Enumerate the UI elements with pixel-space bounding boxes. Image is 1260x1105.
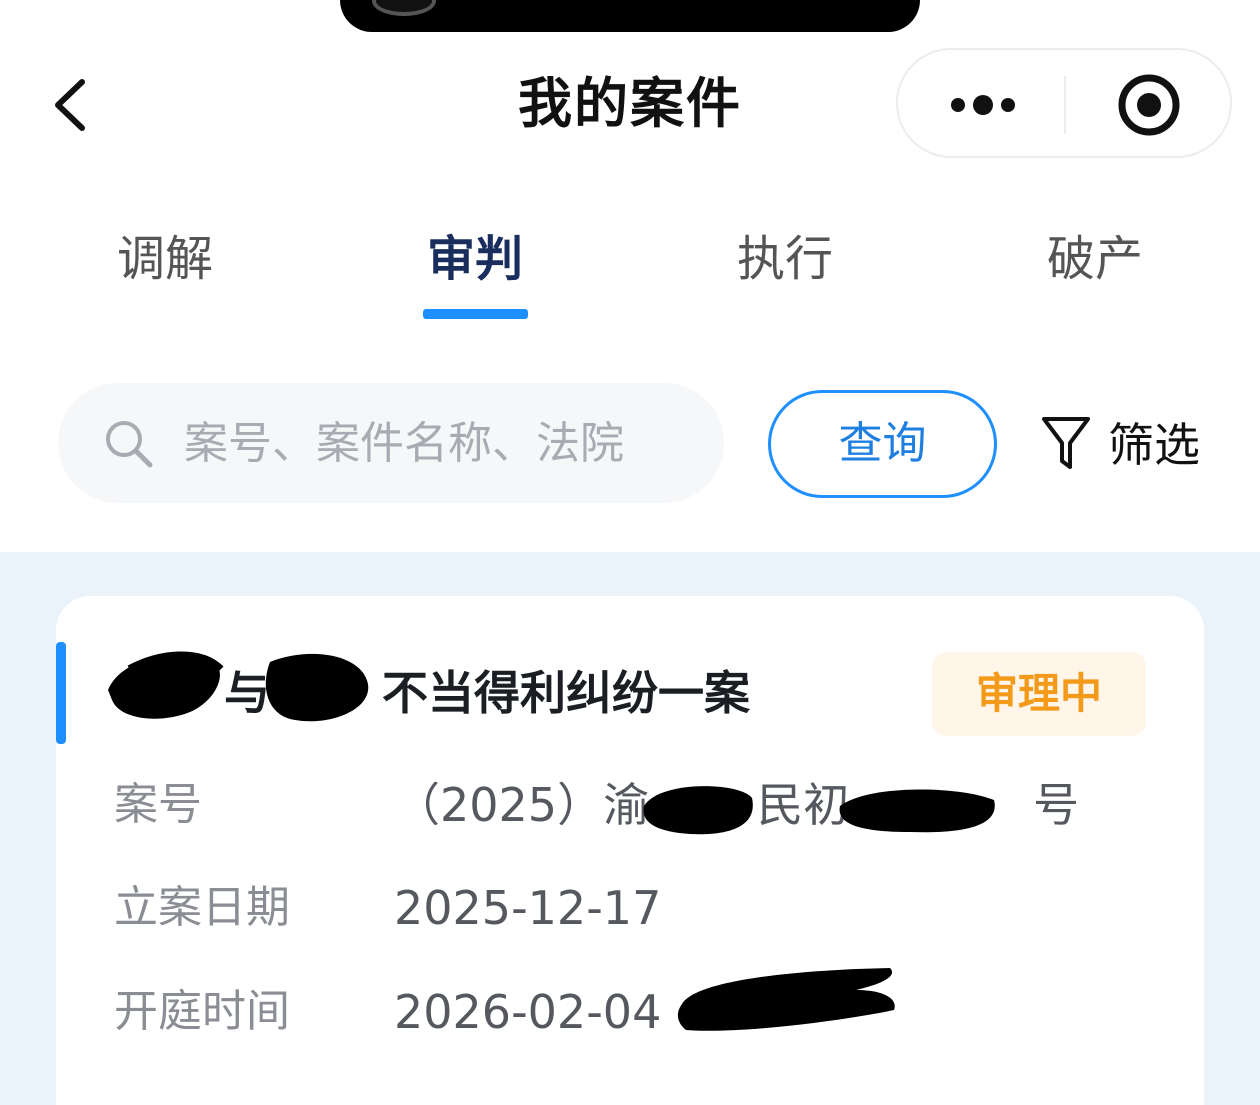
filing-date-label: 立案日期 [114, 882, 290, 933]
tab-mediation[interactable]: 调解 [55, 224, 275, 294]
funnel-icon [1042, 417, 1090, 469]
tab-trial[interactable]: 审判 [365, 224, 585, 294]
search-icon [106, 421, 153, 468]
search-input[interactable] [184, 411, 704, 475]
close-miniprogram-button[interactable] [1094, 70, 1204, 140]
search-box[interactable] [58, 383, 724, 503]
filing-date-value: 2025-12-17 [394, 881, 662, 935]
status-badge: 审理中 [932, 652, 1146, 736]
active-tab-indicator [423, 309, 528, 319]
card-accent-bar [56, 642, 66, 744]
tab-execution[interactable]: 执行 [675, 224, 895, 294]
tab-bankruptcy[interactable]: 破产 [985, 224, 1205, 294]
more-dots-icon [951, 95, 1015, 115]
redaction-mark [108, 651, 369, 722]
redaction-mark [677, 968, 895, 1031]
mini-program-capsule [896, 48, 1232, 158]
hearing-time-value: 2026-02-04 [394, 985, 662, 1039]
hearing-time-label: 开庭时间 [114, 986, 290, 1037]
filter-label: 筛选 [1108, 418, 1200, 472]
query-button[interactable]: 查询 [768, 390, 997, 498]
redaction-mark [643, 786, 995, 835]
more-button[interactable] [928, 70, 1038, 140]
filter-button[interactable]: 筛选 [1040, 405, 1220, 485]
record-target-icon [1118, 74, 1180, 136]
capsule-divider [1064, 76, 1066, 134]
case-no-label: 案号 [114, 779, 202, 830]
